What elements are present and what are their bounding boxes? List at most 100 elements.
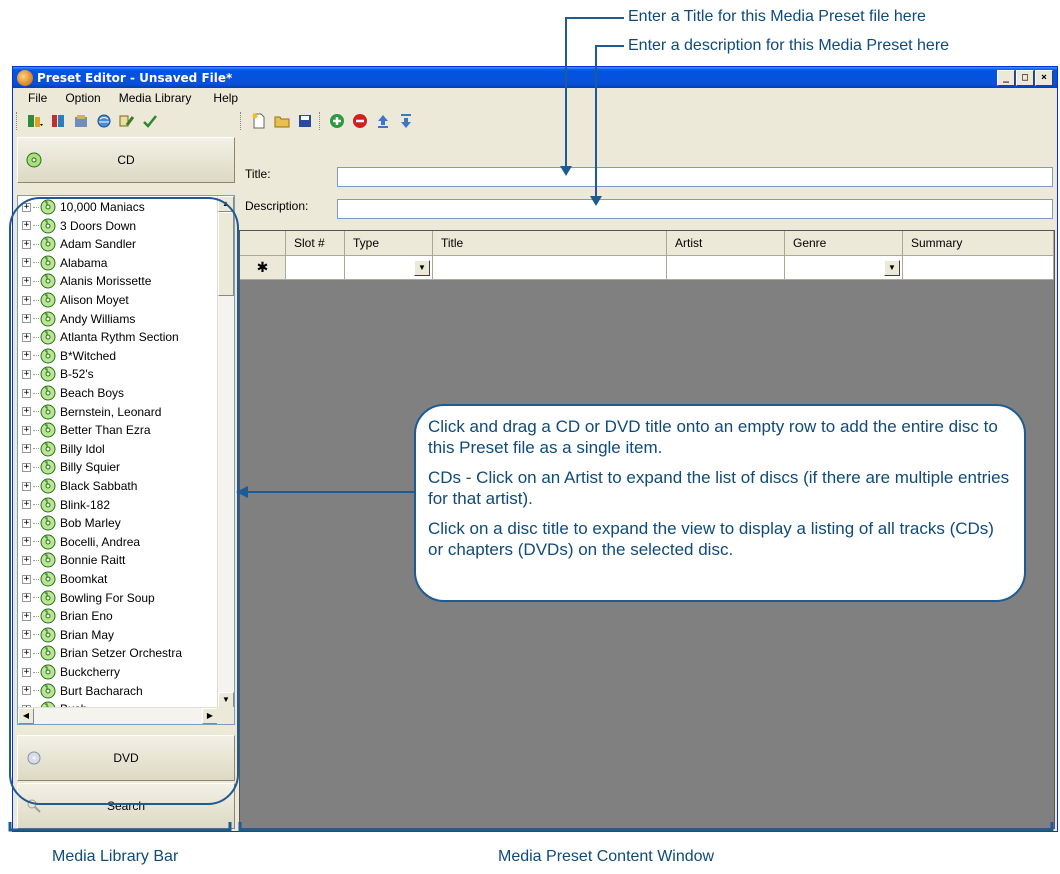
- column-header-artist[interactable]: Artist: [667, 231, 785, 256]
- artist-tree-item[interactable]: + Andy Williams: [22, 310, 135, 328]
- expand-icon[interactable]: +: [22, 500, 31, 510]
- dvd-button[interactable]: DVD: [17, 735, 235, 781]
- move-up-icon[interactable]: [374, 112, 391, 129]
- artist-tree-item[interactable]: + Alison Moyet: [22, 291, 129, 309]
- expand-icon[interactable]: +: [22, 202, 31, 212]
- artist-tree-item[interactable]: + Brian Eno: [22, 607, 113, 625]
- slot-cell[interactable]: [286, 256, 345, 280]
- artist-tree-item[interactable]: + Bonnie Raitt: [22, 551, 125, 569]
- artist-tree-item[interactable]: + Alanis Morissette: [22, 272, 151, 290]
- horizontal-scrollbar[interactable]: ◀ ▶: [18, 707, 218, 724]
- menu-option[interactable]: Option: [56, 91, 109, 105]
- type-cell[interactable]: ▼: [345, 256, 433, 280]
- expand-icon[interactable]: +: [22, 332, 31, 342]
- artist-tree-item[interactable]: + Billy Idol: [22, 440, 105, 458]
- column-header-summary[interactable]: Summary: [903, 231, 1054, 256]
- artist-tree-item[interactable]: + Alabama: [22, 254, 107, 272]
- search-button[interactable]: Search: [17, 783, 235, 829]
- menu-help[interactable]: Help: [204, 91, 247, 105]
- scroll-up-button[interactable]: ▲: [218, 196, 234, 212]
- expand-icon[interactable]: +: [22, 388, 31, 398]
- artist-tree-item[interactable]: + Black Sabbath: [22, 477, 137, 495]
- artist-tree-item[interactable]: + B*Witched: [22, 347, 116, 365]
- artist-tree-item[interactable]: + Boomkat: [22, 570, 107, 588]
- minimize-button[interactable]: _: [997, 69, 1015, 86]
- scroll-left-button[interactable]: ◀: [18, 708, 34, 724]
- artist-tree-item[interactable]: + Billy Squier: [22, 458, 120, 476]
- expand-icon[interactable]: +: [22, 537, 31, 547]
- artist-tree-item[interactable]: + Burt Bacharach: [22, 682, 143, 700]
- artist-tree-item[interactable]: + Bowling For Soup: [22, 589, 155, 607]
- artist-tree-item[interactable]: + Buckcherry: [22, 663, 120, 681]
- expand-icon[interactable]: +: [22, 407, 31, 417]
- column-header-title[interactable]: Title: [433, 231, 667, 256]
- description-input[interactable]: [337, 199, 1053, 219]
- expand-icon[interactable]: +: [22, 221, 31, 231]
- artist-tree-item[interactable]: + Bob Marley: [22, 514, 121, 532]
- move-down-icon[interactable]: [397, 112, 414, 129]
- expand-icon[interactable]: +: [22, 295, 31, 305]
- scroll-right-button[interactable]: ▶: [202, 708, 218, 724]
- scroll-down-button[interactable]: ▼: [218, 692, 234, 708]
- expand-icon[interactable]: +: [22, 276, 31, 286]
- artist-tree-item[interactable]: + Atlanta Rythm Section: [22, 328, 179, 346]
- artist-tree-item[interactable]: + Adam Sandler: [22, 235, 136, 253]
- open-folder-icon[interactable]: [273, 112, 290, 129]
- expand-icon[interactable]: +: [22, 667, 31, 677]
- artist-tree-item[interactable]: + Bernstein, Leonard: [22, 403, 161, 421]
- expand-icon[interactable]: +: [22, 648, 31, 658]
- check-edit-icon[interactable]: [141, 113, 158, 130]
- column-header-genre[interactable]: Genre: [785, 231, 903, 256]
- artist-tree[interactable]: +10,000 Maniacs +3 Doors Down + Adam Sandle…: [17, 195, 235, 725]
- expand-icon[interactable]: +: [22, 630, 31, 640]
- expand-icon[interactable]: +: [22, 258, 31, 268]
- artist-tree-item[interactable]: + Bocelli, Andrea: [22, 533, 140, 551]
- expand-icon[interactable]: +: [22, 481, 31, 491]
- title-input[interactable]: [337, 167, 1053, 187]
- expand-icon[interactable]: +: [22, 351, 31, 361]
- expand-icon[interactable]: +: [22, 593, 31, 603]
- artist-tree-item[interactable]: + Beach Boys: [22, 384, 124, 402]
- expand-icon[interactable]: +: [22, 425, 31, 435]
- expand-icon[interactable]: +: [22, 314, 31, 324]
- library-view-icon[interactable]: [26, 113, 43, 130]
- new-row[interactable]: ✱ ▼ ▼: [240, 256, 1054, 280]
- artist-tree-item[interactable]: + B-52's: [22, 365, 94, 383]
- cd-button[interactable]: CD: [17, 137, 235, 183]
- vertical-scrollbar[interactable]: ▲ ▼: [217, 196, 234, 708]
- title-cell[interactable]: [433, 256, 667, 280]
- scroll-thumb[interactable]: [218, 212, 234, 296]
- expand-icon[interactable]: +: [22, 611, 31, 621]
- expand-icon[interactable]: +: [22, 555, 31, 565]
- library-sort-icon[interactable]: [49, 113, 66, 130]
- properties-icon[interactable]: [72, 113, 89, 130]
- save-icon[interactable]: [296, 112, 313, 129]
- expand-icon[interactable]: +: [22, 518, 31, 528]
- expand-icon[interactable]: +: [22, 686, 31, 696]
- expand-icon[interactable]: +: [22, 462, 31, 472]
- expand-icon[interactable]: +: [22, 369, 31, 379]
- menu-media-library[interactable]: Media Library: [110, 91, 201, 105]
- artist-tree-item[interactable]: + Blink-182: [22, 496, 110, 514]
- add-item-icon[interactable]: [328, 112, 345, 129]
- artist-tree-item[interactable]: + Brian May: [22, 626, 114, 644]
- new-file-icon[interactable]: [250, 112, 267, 129]
- maximize-button[interactable]: □: [1016, 69, 1034, 86]
- summary-cell[interactable]: [903, 256, 1054, 280]
- artist-tree-item[interactable]: + Better Than Ezra: [22, 421, 151, 439]
- expand-icon[interactable]: +: [22, 239, 31, 249]
- menu-file[interactable]: File: [19, 91, 56, 105]
- type-dropdown-icon[interactable]: ▼: [414, 260, 430, 276]
- column-header-selector[interactable]: [240, 231, 286, 256]
- remove-item-icon[interactable]: [351, 112, 368, 129]
- artist-cell[interactable]: [667, 256, 785, 280]
- expand-icon[interactable]: +: [22, 574, 31, 584]
- artist-tree-item[interactable]: + Brian Setzer Orchestra: [22, 644, 182, 662]
- artist-tree-item[interactable]: +3 Doors Down: [22, 217, 136, 235]
- column-header-type[interactable]: Type: [345, 231, 433, 256]
- genre-dropdown-icon[interactable]: ▼: [884, 260, 900, 276]
- edit-metadata-icon[interactable]: [118, 113, 135, 130]
- globe-icon[interactable]: [95, 113, 112, 130]
- column-header-slot[interactable]: Slot #: [286, 231, 345, 256]
- close-button[interactable]: ×: [1035, 69, 1053, 86]
